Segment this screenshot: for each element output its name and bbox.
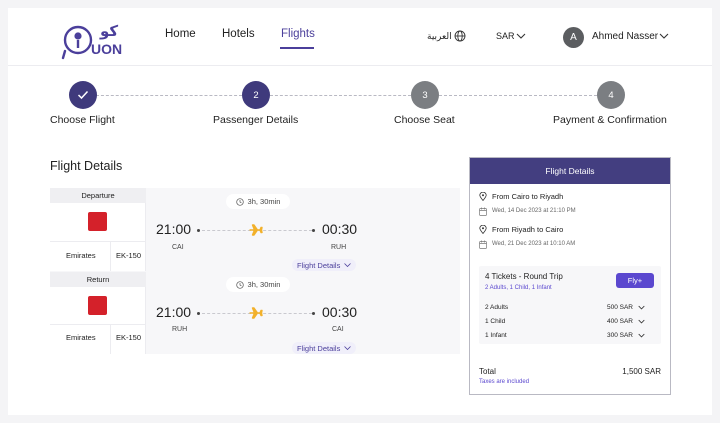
clock-icon (235, 280, 244, 289)
return-header: Return (50, 272, 146, 287)
return-arrive-time: 00:30 (322, 304, 358, 320)
flight-details-link-label: Flight Details (297, 260, 341, 270)
booking-summary-panel: Flight Details From Cairo to Riyadh Wed,… (469, 157, 671, 395)
chevron-down-icon[interactable] (638, 319, 645, 324)
return-depart-time: 21:00 (156, 304, 192, 320)
departure-depart-time: 21:00 (156, 221, 192, 237)
return-from-code: RUH (172, 326, 188, 333)
departure-header: Departure (50, 188, 146, 203)
stepper-connector (96, 95, 242, 96)
departure-from-code: CAI (172, 244, 184, 251)
flight-details-link-label: Flight Details (297, 343, 341, 353)
nav-home[interactable]: Home (165, 28, 196, 40)
logo-latin-text: UON (91, 41, 122, 57)
fly-plus-button[interactable]: Fly+ (616, 273, 654, 288)
chevron-down-icon (344, 263, 352, 267)
return-flight-details-link[interactable]: Flight Details (292, 342, 357, 354)
route-dot (197, 229, 200, 232)
plane-icon (249, 307, 263, 319)
language-switch[interactable]: العربية (427, 31, 452, 42)
route-return-label: From Riyadh to Cairo (492, 225, 564, 234)
total-value: 1,500 SAR (622, 367, 661, 376)
emirates-logo-icon (88, 212, 107, 231)
return-duration-badge: 3h, 30min (226, 277, 290, 292)
step-3-circle[interactable]: 3 (411, 81, 439, 109)
route-return-date: Wed, 21 Dec 2023 at 10:10 AM (492, 241, 576, 247)
pax-adults-label: 2 Adults (485, 304, 509, 311)
step-2-circle[interactable]: 2 (242, 81, 270, 109)
plane-icon (249, 224, 263, 236)
tickets-subtitle: 2 Adults, 1 Child, 1 Infant (485, 285, 552, 291)
divider (110, 324, 111, 354)
departure-flight-number: EK-150 (116, 251, 142, 260)
summary-title: Flight Details (470, 158, 670, 184)
step-4-label: Payment & Confirmation (553, 114, 667, 126)
calendar-icon (479, 240, 487, 249)
return-to-code: CAI (332, 326, 344, 333)
divider (50, 324, 146, 325)
kuon-logo[interactable]: كو UON (60, 16, 140, 62)
departure-duration-badge: 3h, 30min (226, 194, 290, 209)
departure-airline-name: Emirates (66, 251, 96, 260)
globe-icon[interactable] (454, 30, 466, 42)
stepper-connector (270, 95, 411, 96)
location-pin-icon (479, 225, 487, 234)
flight-details-title: Flight Details (50, 159, 123, 173)
return-duration: 3h, 30min (247, 280, 281, 289)
flight-itinerary-table: Departure Emirates EK-150 3h, 30min 21:0… (50, 188, 460, 354)
tickets-title: 4 Tickets - Round Trip (485, 272, 563, 281)
nav-hotels[interactable]: Hotels (222, 28, 255, 40)
pax-infant-label: 1 Infant (485, 332, 507, 339)
pax-adults-price: 500 SAR (606, 304, 633, 311)
step-1-circle[interactable] (69, 81, 97, 109)
divider (50, 241, 146, 242)
chevron-down-icon[interactable] (638, 333, 645, 338)
calendar-icon (479, 207, 487, 216)
check-icon (77, 90, 89, 100)
route-outbound-date: Wed, 14 Dec 2023 at 21:10 PM (492, 208, 576, 214)
chevron-down-icon[interactable] (516, 33, 526, 39)
return-flight-number: EK-150 (116, 333, 142, 342)
departure-arrive-time: 00:30 (322, 221, 358, 237)
tickets-box: 4 Tickets - Round Trip 2 Adults, 1 Child… (479, 266, 661, 344)
divider (110, 241, 111, 271)
page-card: كو UON Home Hotels Flights العربية SAR A… (8, 8, 712, 415)
pax-child-price: 400 SAR (606, 318, 633, 325)
chevron-down-icon (344, 346, 352, 350)
clock-icon (235, 197, 244, 206)
nav-flights[interactable]: Flights (281, 28, 315, 40)
top-navbar: كو UON Home Hotels Flights العربية SAR A… (8, 8, 712, 66)
return-airline-name: Emirates (66, 333, 96, 342)
location-pin-icon (479, 192, 487, 201)
pax-child-label: 1 Child (485, 318, 506, 325)
tax-note: Taxes are included (479, 379, 530, 385)
route-dot (197, 312, 200, 315)
route-dot (312, 229, 315, 232)
logo-arabic-text: كو (99, 22, 118, 40)
step-2-label: Passenger Details (213, 114, 299, 126)
step-1-label: Choose Flight (50, 114, 115, 126)
user-name[interactable]: Ahmed Nasser (592, 31, 658, 42)
departure-to-code: RUH (331, 244, 347, 251)
avatar[interactable]: A (563, 27, 584, 48)
step-4-circle[interactable]: 4 (597, 81, 625, 109)
chevron-down-icon[interactable] (659, 33, 669, 39)
route-dot (312, 312, 315, 315)
route-outbound-label: From Cairo to Riyadh (492, 192, 564, 201)
emirates-logo-icon (88, 296, 107, 315)
currency-selector[interactable]: SAR (496, 31, 515, 41)
total-label: Total (479, 367, 496, 376)
chevron-down-icon[interactable] (638, 305, 645, 310)
nav-active-indicator (280, 47, 314, 49)
step-3-label: Choose Seat (394, 114, 455, 126)
departure-flight-details-link[interactable]: Flight Details (292, 259, 357, 271)
departure-duration: 3h, 30min (247, 197, 281, 206)
pax-infant-price: 300 SAR (606, 332, 633, 339)
stepper-connector (439, 95, 597, 96)
